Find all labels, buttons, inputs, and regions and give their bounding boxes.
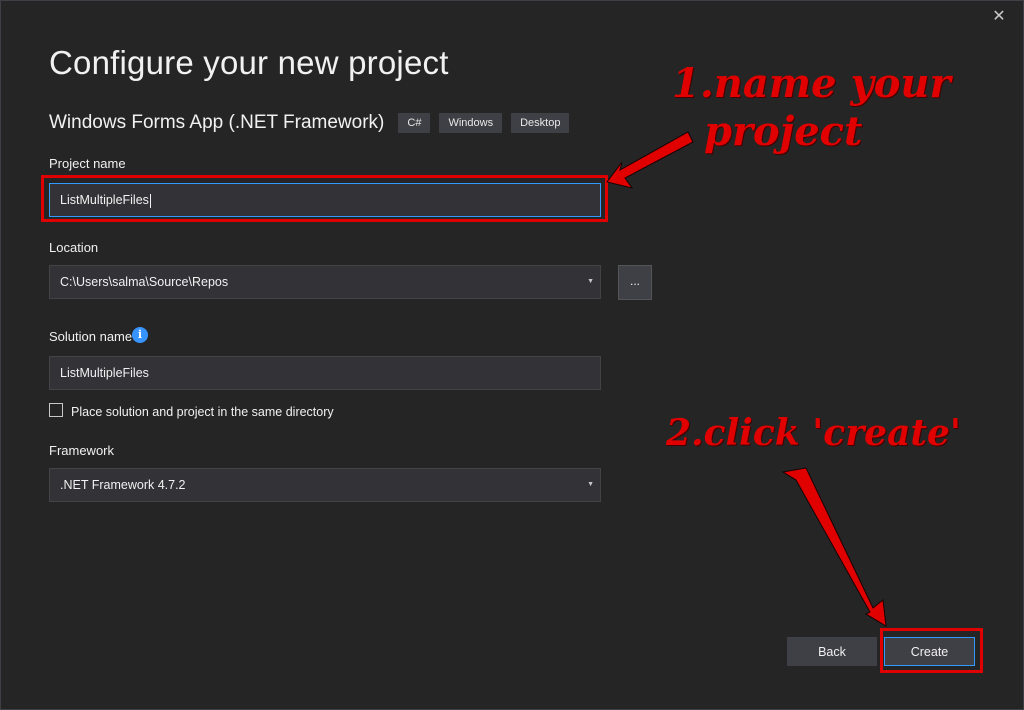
- solution-name-label: Solution name: [49, 329, 133, 344]
- create-button[interactable]: Create: [884, 637, 975, 666]
- framework-label: Framework: [49, 443, 115, 458]
- arrow-to-create: [781, 467, 887, 627]
- annotation-step1-line1: 1.name your: [672, 60, 951, 107]
- tag-language: C#: [398, 113, 431, 133]
- location-value: C:\Users\salma\Source\Repos: [60, 275, 229, 289]
- annotation-arrows: [606, 131, 887, 627]
- template-name: Windows Forms App (.NET Framework): [49, 112, 385, 133]
- tag-platform: Windows: [439, 113, 503, 133]
- solution-name-value: ListMultipleFiles: [60, 366, 149, 380]
- close-icon[interactable]: ✕: [990, 8, 1008, 26]
- project-name-value: ListMultipleFiles: [60, 193, 149, 207]
- project-name-label: Project name: [49, 156, 126, 171]
- tag-project-type: Desktop: [511, 113, 570, 133]
- same-directory-label: Place solution and project in the same d…: [71, 405, 334, 419]
- annotation-step1-line2: project: [704, 108, 863, 155]
- solution-name-input[interactable]: ListMultipleFiles: [49, 356, 601, 390]
- project-name-input[interactable]: ListMultipleFiles: [49, 183, 601, 217]
- info-icon[interactable]: i: [132, 327, 148, 343]
- arrow-to-project-name: [606, 131, 694, 189]
- browse-button[interactable]: ...: [618, 265, 652, 300]
- location-label: Location: [49, 240, 99, 255]
- framework-value: .NET Framework 4.7.2: [60, 478, 186, 492]
- same-directory-checkbox[interactable]: [49, 403, 63, 417]
- back-button[interactable]: Back: [787, 637, 877, 666]
- template-header: Windows Forms App (.NET Framework) C# Wi…: [49, 112, 578, 134]
- chevron-down-icon[interactable]: ▼: [587, 266, 594, 298]
- text-caret: [149, 193, 151, 208]
- page-title: Configure your new project: [49, 44, 449, 81]
- chevron-down-icon[interactable]: ▼: [587, 469, 594, 501]
- annotation-step2: 2.click 'create': [666, 412, 961, 454]
- framework-select[interactable]: .NET Framework 4.7.2 ▼: [49, 468, 601, 502]
- window-frame: [0, 0, 1024, 710]
- location-combobox[interactable]: C:\Users\salma\Source\Repos ▼: [49, 265, 601, 299]
